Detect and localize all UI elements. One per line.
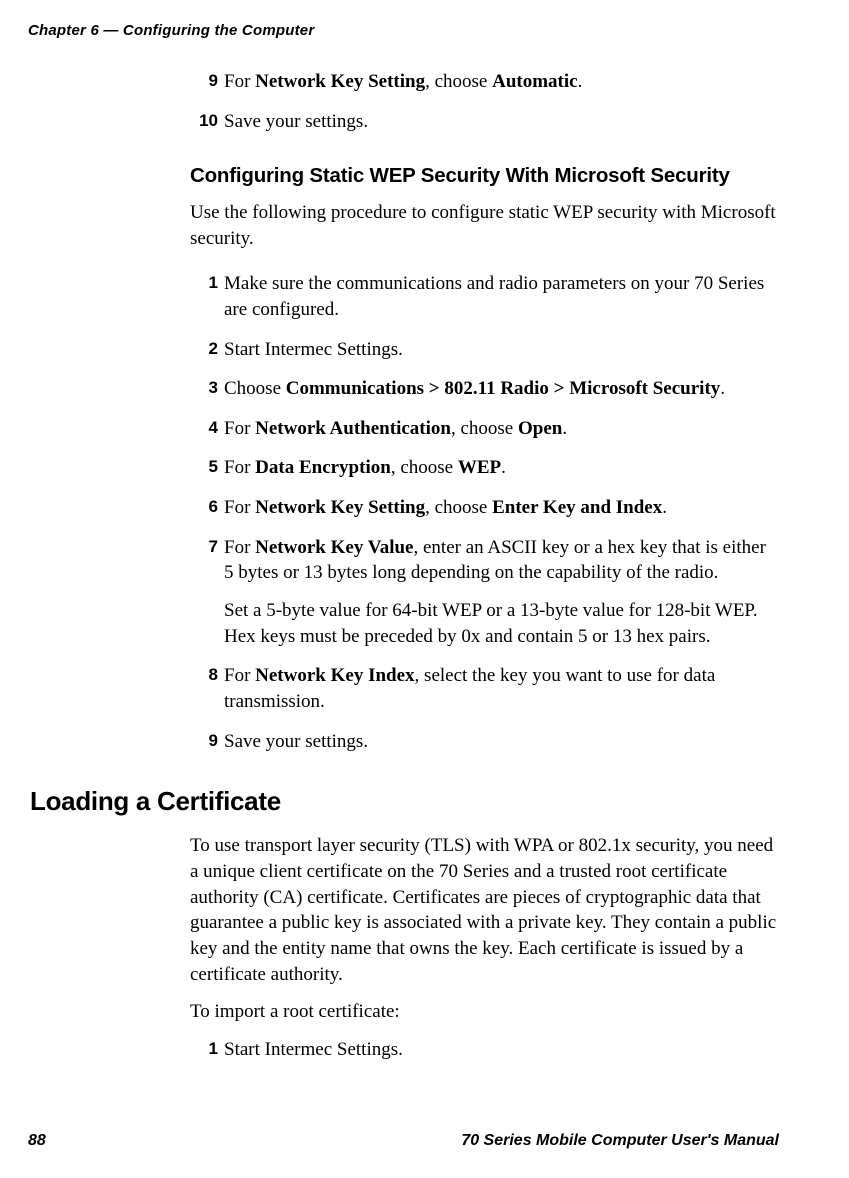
text-run: WEP [458, 457, 501, 478]
step-text: For Network Key Setting, choose Automati… [224, 69, 779, 95]
text-run: Automatic [492, 71, 577, 92]
list-item: 5For Data Encryption, choose WEP. [190, 455, 779, 481]
list-item: 7For Network Key Value, enter an ASCII k… [190, 535, 779, 650]
step-number: 9 [190, 729, 224, 755]
text-run: Network Key Setting [255, 71, 425, 92]
text-run: For [224, 71, 255, 92]
step-text: Save your settings. [224, 729, 779, 755]
text-run: For [224, 665, 255, 686]
step-number: 3 [190, 376, 224, 402]
main-heading: Loading a Certificate [30, 784, 779, 819]
step-number: 4 [190, 416, 224, 442]
page: Chapter 6 — Configuring the Computer 9Fo… [0, 0, 849, 1178]
page-number: 88 [28, 1132, 46, 1150]
cert-steps-list: 1Start Intermec Settings. [190, 1037, 779, 1063]
text-run: . [501, 457, 506, 478]
text-run: For [224, 497, 255, 518]
text-run: Network Key Setting [255, 497, 425, 518]
text-run: Enter Key and Index [492, 497, 662, 518]
text-run: Network Authentication [255, 418, 451, 439]
steps-list: 1Make sure the communications and radio … [190, 271, 779, 754]
intro-paragraph: Use the following procedure to configure… [190, 200, 779, 251]
text-run: Start Intermec Settings. [224, 1039, 403, 1060]
list-item: 1Make sure the communications and radio … [190, 271, 779, 322]
step-number: 5 [190, 455, 224, 481]
step-text: Start Intermec Settings. [224, 1037, 779, 1063]
step-text: Save your settings. [224, 109, 779, 135]
text-run: Make sure the communications and radio p… [224, 273, 764, 320]
step-number: 8 [190, 663, 224, 714]
text-run: , choose [425, 71, 492, 92]
list-item: 10Save your settings. [190, 109, 779, 135]
cert-import-line: To import a root certificate: [190, 999, 779, 1025]
list-item: 8For Network Key Index, select the key y… [190, 663, 779, 714]
step-number: 10 [190, 109, 224, 135]
text-run: Save your settings. [224, 731, 368, 752]
step-text: For Network Authentication, choose Open. [224, 416, 779, 442]
step-number: 7 [190, 535, 224, 650]
text-run: Choose [224, 378, 286, 399]
running-header: Chapter 6 — Configuring the Computer [28, 22, 779, 39]
text-run: Save your settings. [224, 111, 368, 132]
step-number: 1 [190, 271, 224, 322]
step-text: Choose Communications > 802.11 Radio > M… [224, 376, 779, 402]
list-item: 9Save your settings. [190, 729, 779, 755]
list-item: 4For Network Authentication, choose Open… [190, 416, 779, 442]
subheading: Configuring Static WEP Security With Mic… [190, 162, 779, 190]
step-text: For Network Key Setting, choose Enter Ke… [224, 495, 779, 521]
step-number: 6 [190, 495, 224, 521]
text-run: . [720, 378, 725, 399]
text-run: . [562, 418, 567, 439]
step-text: Make sure the communications and radio p… [224, 271, 779, 322]
list-item: 2Start Intermec Settings. [190, 337, 779, 363]
text-run: Start Intermec Settings. [224, 339, 403, 360]
text-run: For [224, 418, 255, 439]
text-run: . [662, 497, 667, 518]
step-text: For Data Encryption, choose WEP. [224, 455, 779, 481]
step-subtext: Set a 5-byte value for 64-bit WEP or a 1… [224, 598, 779, 649]
text-run: Data Encryption [255, 457, 391, 478]
pre-steps-list: 9For Network Key Setting, choose Automat… [190, 69, 779, 134]
step-text: For Network Key Value, enter an ASCII ke… [224, 535, 779, 650]
step-text: Start Intermec Settings. [224, 337, 779, 363]
text-run: , choose [451, 418, 518, 439]
text-run: Network Key Value [255, 537, 413, 558]
step-number: 2 [190, 337, 224, 363]
text-run: , choose [425, 497, 492, 518]
text-run: For [224, 457, 255, 478]
cert-paragraph: To use transport layer security (TLS) wi… [190, 833, 779, 987]
text-run: Network Key Index [255, 665, 414, 686]
list-item: 3Choose Communications > 802.11 Radio > … [190, 376, 779, 402]
text-run: Open [518, 418, 562, 439]
page-footer: 88 70 Series Mobile Computer User's Manu… [28, 1132, 779, 1150]
list-item: 1Start Intermec Settings. [190, 1037, 779, 1063]
text-run: For [224, 537, 255, 558]
step-number: 9 [190, 69, 224, 95]
text-run: . [578, 71, 583, 92]
text-run: Communications > 802.11 Radio > Microsof… [286, 378, 721, 399]
manual-title: 70 Series Mobile Computer User's Manual [461, 1132, 779, 1150]
list-item: 6For Network Key Setting, choose Enter K… [190, 495, 779, 521]
step-text: For Network Key Index, select the key yo… [224, 663, 779, 714]
list-item: 9For Network Key Setting, choose Automat… [190, 69, 779, 95]
text-run: , choose [391, 457, 458, 478]
step-number: 1 [190, 1037, 224, 1063]
content-block: 9For Network Key Setting, choose Automat… [190, 69, 779, 1062]
